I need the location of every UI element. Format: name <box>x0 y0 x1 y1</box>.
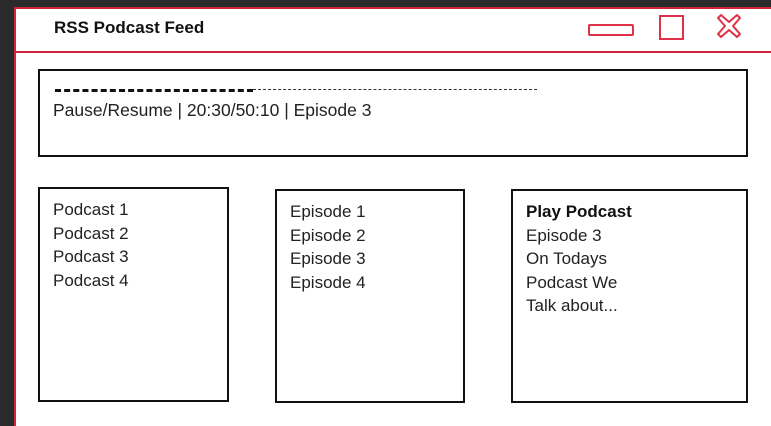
window-title: RSS Podcast Feed <box>54 18 205 37</box>
now-playing-line: Podcast We <box>526 272 618 292</box>
maximize-icon[interactable] <box>659 15 684 40</box>
now-playing-panel: Play Podcast Episode 3 On Todays Podcast… <box>511 189 748 403</box>
podcast-item[interactable]: Podcast 1 <box>53 198 227 222</box>
player-status[interactable]: Pause/Resume | 20:30/50:10 | Episode 3 <box>53 99 371 123</box>
progress-played <box>55 89 253 95</box>
episode-item[interactable]: Episode 1 <box>290 200 463 224</box>
now-playing-line: Episode 3 <box>526 225 602 245</box>
now-playing-line: On Todays <box>526 249 607 268</box>
podcast-list: Podcast 1 Podcast 2 Podcast 3 Podcast 4 <box>38 187 229 402</box>
episode-list: Episode 1 Episode 2 Episode 3 Episode 4 <box>275 189 465 403</box>
minimize-icon[interactable] <box>588 24 634 36</box>
now-playing-line: Talk about... <box>526 296 618 315</box>
episode-item[interactable]: Episode 2 <box>290 224 463 248</box>
podcast-item[interactable]: Podcast 4 <box>53 269 227 293</box>
podcast-item[interactable]: Podcast 3 <box>53 245 227 269</box>
app-window: RSS Podcast Feed Pause/Resume | 20:30/50… <box>14 7 771 426</box>
play-podcast-button[interactable]: Play Podcast <box>526 200 746 224</box>
player-panel: Pause/Resume | 20:30/50:10 | Episode 3 <box>38 69 748 157</box>
progress-bar[interactable] <box>55 89 537 92</box>
progress-remaining <box>252 89 537 90</box>
title-bar: RSS Podcast Feed <box>16 9 771 53</box>
episode-item[interactable]: Episode 4 <box>290 271 463 295</box>
podcast-item[interactable]: Podcast 2 <box>53 222 227 246</box>
episode-item[interactable]: Episode 3 <box>290 247 463 271</box>
close-icon[interactable] <box>712 9 746 43</box>
